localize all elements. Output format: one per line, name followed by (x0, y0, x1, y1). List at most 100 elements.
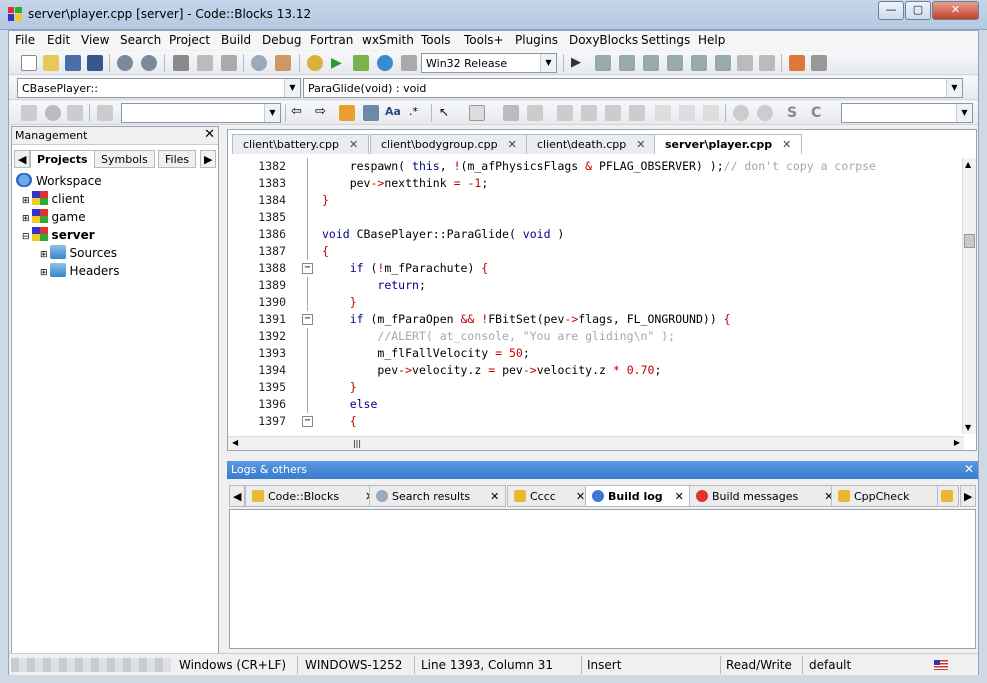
redo-icon[interactable] (141, 55, 157, 71)
log-tab-cppcheck[interactable]: CppCheck✕ (831, 485, 952, 507)
new-file-icon[interactable] (21, 55, 37, 71)
fold-gutter[interactable] (302, 294, 314, 311)
log-tab-cccc[interactable]: Cccc ✕ (507, 485, 593, 507)
code-area[interactable]: 1382 respawn( this, !(m_afPhysicsFlags &… (228, 158, 964, 434)
log-tab-more[interactable] (937, 485, 959, 507)
paste-icon[interactable] (221, 55, 237, 71)
regex-icon[interactable]: .* (409, 105, 425, 121)
file-tab-death[interactable]: client\death.cpp ✕ (526, 134, 657, 154)
next-line-icon[interactable] (619, 55, 635, 71)
tree-item-server[interactable]: ⊟ server (22, 227, 95, 242)
menu-edit[interactable]: Edit (47, 33, 70, 47)
code-line[interactable]: 1395 } (228, 379, 964, 396)
log-tab-build-messages[interactable]: Build messages ✕ (689, 485, 841, 507)
menu-file[interactable]: File (15, 33, 35, 47)
code-line[interactable]: 1382 respawn( this, !(m_afPhysicsFlags &… (228, 158, 964, 175)
fold-gutter[interactable] (302, 192, 314, 209)
tree-item-client[interactable]: ⊞ client (22, 191, 85, 206)
toggle-bookmark-icon[interactable] (45, 105, 61, 121)
code-line[interactable]: 1388 − if (!m_fParachute) { (228, 260, 964, 277)
fold-gutter[interactable] (302, 209, 314, 226)
abort-icon[interactable] (401, 55, 417, 71)
fold-gutter[interactable] (302, 379, 314, 396)
close-icon[interactable]: ✕ (490, 490, 499, 503)
code-line[interactable]: 1389 return; (228, 277, 964, 294)
envelope-icon[interactable] (503, 105, 519, 121)
file-tab-bodygroup[interactable]: client\bodygroup.cpp ✕ (370, 134, 528, 154)
menu-tools[interactable]: Tools (421, 33, 451, 47)
clear-search-icon[interactable] (97, 105, 113, 121)
menu-project[interactable]: Project (169, 33, 210, 47)
close-icon[interactable]: ✕ (508, 138, 517, 151)
layout-icon-2[interactable] (581, 105, 597, 121)
open-folder-icon[interactable] (43, 55, 59, 71)
code-line[interactable]: 1387 { (228, 243, 964, 260)
menu-doxyblocks[interactable]: DoxyBlocks (569, 33, 638, 47)
fold-gutter[interactable] (302, 158, 314, 175)
tree-item-headers[interactable]: ⊞ Headers (40, 263, 120, 278)
code-line[interactable]: 1397 − { (228, 413, 964, 430)
code-line[interactable]: 1383 pev->nextthink = -1; (228, 175, 964, 192)
build-target-select[interactable]: Win32 Release ▼ (421, 53, 557, 73)
s-icon[interactable]: S (787, 105, 803, 121)
code-line[interactable]: 1394 pev->velocity.z = pev->velocity.z *… (228, 362, 964, 379)
c-icon[interactable]: C (811, 105, 827, 121)
copy-icon[interactable] (197, 55, 213, 71)
fold-gutter[interactable]: − (302, 413, 314, 430)
close-icon[interactable]: ✕ (675, 490, 684, 503)
rebuild-icon[interactable] (377, 55, 393, 71)
fold-gutter[interactable] (302, 328, 314, 345)
menu-plugins[interactable]: Plugins (515, 33, 558, 47)
search-next-icon[interactable]: ⇨ (315, 105, 331, 121)
horizontal-scrollbar[interactable]: ◀ ||| ▶ (228, 436, 964, 450)
menu-search[interactable]: Search (120, 33, 161, 47)
pause-icon[interactable] (737, 55, 753, 71)
pointer-icon[interactable]: ↖ (439, 105, 455, 121)
code-line[interactable]: 1392 //ALERT( at_console, "You are glidi… (228, 328, 964, 345)
code-line[interactable]: 1386 void CBasePlayer::ParaGlide( void ) (228, 226, 964, 243)
save-icon[interactable] (65, 55, 81, 71)
debug-continue-icon[interactable]: ▶ (571, 55, 587, 71)
log-tab-search-results[interactable]: Search results ✕ (369, 485, 507, 507)
tree-item-sources[interactable]: ⊞ Sources (40, 245, 117, 260)
fold-gutter[interactable] (302, 345, 314, 362)
fold-gutter[interactable]: − (302, 260, 314, 277)
menu-fortran[interactable]: Fortran (310, 33, 353, 47)
menu-build[interactable]: Build (221, 33, 251, 47)
tree-item-game[interactable]: ⊞ game (22, 209, 86, 224)
fold-gutter[interactable] (302, 243, 314, 260)
build-log-output[interactable] (229, 509, 976, 649)
close-icon[interactable]: ✕ (964, 462, 974, 476)
highlight-icon[interactable] (339, 105, 355, 121)
fold-gutter[interactable] (302, 362, 314, 379)
log-tab-build-log[interactable]: Build log ✕ (585, 485, 691, 507)
file-tab-battery[interactable]: client\battery.cpp ✕ (232, 134, 370, 154)
log-tab-scroll-left[interactable]: ◀ (229, 485, 246, 507)
various-info-icon[interactable] (811, 55, 827, 71)
log-tab-codeblocks[interactable]: Code::Blocks✕ (245, 485, 382, 507)
menu-view[interactable]: View (81, 33, 109, 47)
doc-icon[interactable] (527, 105, 543, 121)
close-icon[interactable]: ✕ (636, 138, 645, 151)
close-icon[interactable]: ✕ (349, 138, 358, 151)
close-window-button[interactable]: ✕ (932, 1, 979, 20)
tab-symbols[interactable]: Symbols (94, 150, 155, 168)
file-tab-player[interactable]: server\player.cpp ✕ (654, 134, 803, 154)
maximize-button[interactable]: ▢ (905, 1, 931, 20)
code-line[interactable]: 1393 m_flFallVelocity = 50; (228, 345, 964, 362)
tree-item-workspace[interactable]: Workspace (16, 173, 102, 188)
menu-settings[interactable]: Settings (641, 33, 690, 47)
menu-help[interactable]: Help (698, 33, 725, 47)
fold-gutter[interactable] (302, 277, 314, 294)
misc-select[interactable]: ▼ (841, 103, 973, 123)
code-line[interactable]: 1396 else (228, 396, 964, 413)
fold-gutter[interactable]: − (302, 311, 314, 328)
menu-wxsmith[interactable]: wxSmith (362, 33, 414, 47)
menu-tools-plus[interactable]: Tools+ (464, 33, 504, 47)
next-instruction-icon[interactable] (691, 55, 707, 71)
incremental-search-input[interactable]: ▼ (121, 103, 281, 123)
tab-projects[interactable]: Projects (30, 150, 95, 168)
log-tab-scroll-right[interactable]: ▶ (960, 485, 977, 507)
layout-icon-1[interactable] (557, 105, 573, 121)
run-icon[interactable]: ▶ (331, 55, 347, 71)
